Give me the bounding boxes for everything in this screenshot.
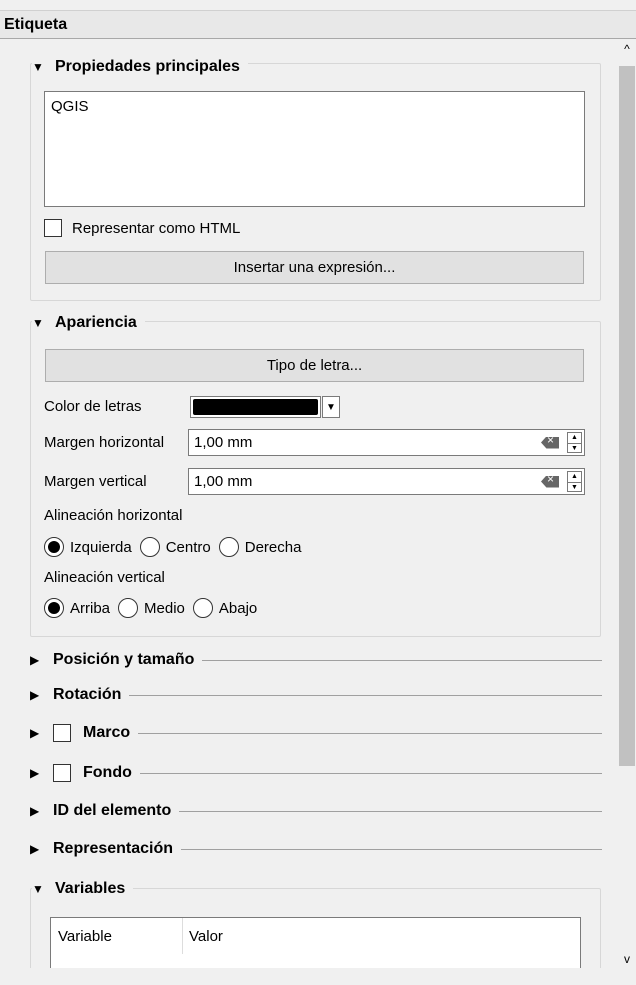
- valign-middle-radio[interactable]: [118, 598, 139, 618]
- halign-right-radio[interactable]: [218, 537, 239, 557]
- section-rule: [139, 772, 602, 774]
- column-header-variable[interactable]: Variable: [51, 918, 112, 954]
- vertical-scrollbar[interactable]: ^ v: [618, 40, 636, 968]
- section-rule: [179, 810, 602, 812]
- expanded-arrow-icon: ▼: [32, 316, 44, 330]
- label-text-input[interactable]: QGIS: [44, 91, 585, 207]
- frame-checkbox[interactable]: [53, 724, 71, 742]
- clear-icon[interactable]: [541, 475, 559, 488]
- spin-arrows[interactable]: ▲ ▼: [567, 471, 582, 492]
- column-header-value[interactable]: Valor: [182, 918, 223, 954]
- margin-v-label: Margen vertical: [44, 473, 147, 490]
- section-title: ID del elemento: [53, 802, 172, 819]
- main-properties-header[interactable]: ▼ Propiedades principales: [32, 55, 248, 79]
- variables-table[interactable]: Variable Valor: [50, 917, 581, 968]
- render-html-checkbox[interactable]: Representar como HTML: [44, 219, 240, 237]
- spin-arrows[interactable]: ▲ ▼: [567, 432, 582, 453]
- margin-v-value: 1,00 mm: [194, 473, 253, 490]
- font-color-label: Color de letras: [44, 398, 142, 415]
- collapsed-arrow-icon: ▶: [30, 804, 40, 818]
- section-title: Fondo: [83, 764, 132, 781]
- collapsed-arrow-icon: ▶: [30, 766, 40, 780]
- position-size-section[interactable]: ▶ Posición y tamaño: [30, 648, 602, 672]
- section-title: Variables: [55, 880, 126, 897]
- panel-titlebar: Etiqueta: [0, 0, 636, 40]
- color-swatch[interactable]: [190, 396, 321, 418]
- section-title: Representación: [53, 840, 174, 857]
- section-rule: [138, 732, 602, 734]
- variables-header[interactable]: ▼ Variables: [32, 877, 134, 901]
- halign-label: Alineación horizontal: [44, 507, 183, 524]
- scroll-up-icon[interactable]: ^: [618, 40, 636, 58]
- panel-title: Etiqueta: [0, 11, 636, 39]
- section-title: Propiedades principales: [55, 58, 240, 75]
- margin-v-spinbox[interactable]: 1,00 mm ▲▼: [188, 468, 585, 495]
- item-id-section[interactable]: ▶ ID del elemento: [30, 799, 602, 823]
- section-title: Marco: [83, 724, 131, 741]
- halign-radio-group: Izquierda Centro Derecha: [44, 537, 309, 557]
- expanded-arrow-icon: ▼: [32, 882, 44, 896]
- scroll-down-icon[interactable]: v: [618, 950, 636, 968]
- rotation-section[interactable]: ▶ Rotación: [30, 683, 602, 707]
- appearance-header[interactable]: ▼ Apariencia: [32, 311, 145, 335]
- section-title: Apariencia: [55, 314, 137, 331]
- radio-label: Medio: [144, 599, 185, 617]
- section-title: Posición y tamaño: [53, 651, 195, 668]
- frame-section[interactable]: ▶ Marco: [30, 721, 602, 745]
- section-rule: [129, 694, 602, 696]
- clear-icon[interactable]: [541, 436, 559, 449]
- section-title: Rotación: [53, 686, 122, 703]
- valign-bottom-radio[interactable]: [192, 598, 213, 618]
- collapsed-arrow-icon: ▶: [30, 688, 40, 702]
- valign-top-radio[interactable]: [44, 598, 64, 618]
- expanded-arrow-icon: ▼: [32, 60, 44, 74]
- render-html-label: Representar como HTML: [72, 219, 241, 237]
- collapsed-arrow-icon: ▶: [30, 726, 40, 740]
- collapsed-arrow-icon: ▶: [30, 653, 40, 667]
- radio-label: Abajo: [218, 599, 258, 617]
- bottom-strip: [0, 968, 636, 985]
- margin-h-value: 1,00 mm: [194, 434, 253, 451]
- panel-content: ▼ Propiedades principales QGIS Represent…: [0, 40, 618, 968]
- background-checkbox[interactable]: [53, 764, 71, 782]
- margin-h-spinbox[interactable]: 1,00 mm ▲▼: [188, 429, 585, 456]
- background-section[interactable]: ▶ Fondo: [30, 761, 602, 785]
- chevron-down-icon[interactable]: ▼: [322, 396, 340, 418]
- insert-expression-button[interactable]: Insertar una expresión...: [45, 251, 584, 284]
- valign-radio-group: Arriba Medio Abajo: [44, 598, 265, 618]
- valign-label: Alineación vertical: [44, 569, 165, 586]
- radio-label: Izquierda: [70, 538, 132, 556]
- font-color-button[interactable]: ▼: [190, 396, 340, 418]
- margin-h-label: Margen horizontal: [44, 434, 165, 451]
- section-rule: [181, 848, 602, 850]
- collapsed-arrow-icon: ▶: [30, 842, 40, 856]
- section-rule: [202, 659, 602, 661]
- scroll-thumb[interactable]: [619, 66, 635, 766]
- halign-center-radio[interactable]: [139, 537, 160, 557]
- radio-label: Arriba: [70, 599, 111, 617]
- checkbox-box[interactable]: [44, 219, 62, 237]
- halign-left-radio[interactable]: [44, 537, 64, 557]
- label-text-value: QGIS: [51, 98, 89, 115]
- radio-label: Derecha: [244, 538, 302, 556]
- radio-label: Centro: [165, 538, 211, 556]
- rendering-section[interactable]: ▶ Representación: [30, 837, 602, 861]
- font-button[interactable]: Tipo de letra...: [45, 349, 584, 382]
